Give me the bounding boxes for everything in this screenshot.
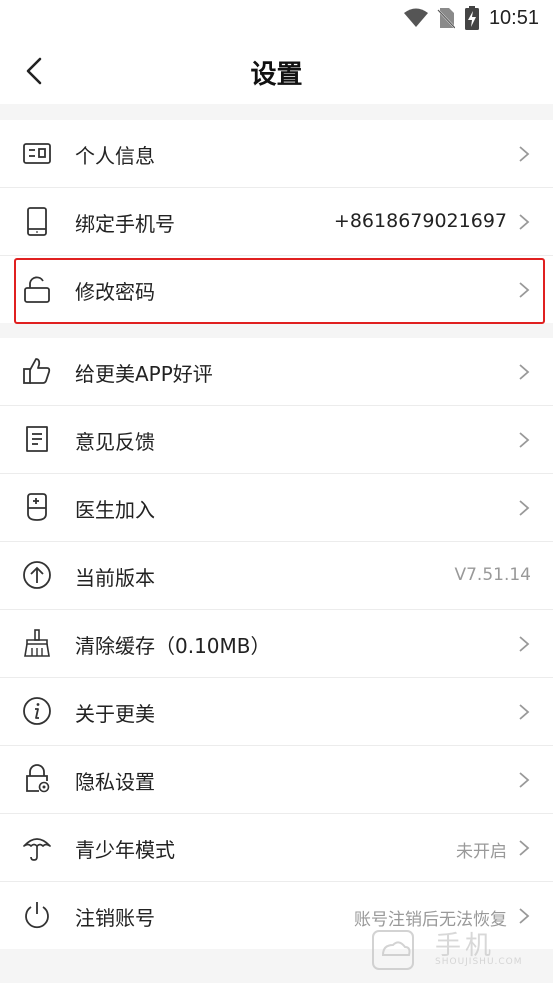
settings-row-personal-info[interactable]: 个人信息 bbox=[0, 120, 553, 188]
chevron-right-icon bbox=[517, 362, 531, 382]
settings-row-rate-app[interactable]: 给更美APP好评 bbox=[0, 338, 553, 406]
app-settings-group: 给更美APP好评 意见反馈 医生加入 当前版本 V7.51.14 清除缓存（0.… bbox=[0, 338, 553, 949]
umbrella-icon bbox=[22, 832, 52, 862]
row-label: 医生加入 bbox=[75, 498, 155, 522]
chevron-right-icon bbox=[517, 702, 531, 722]
settings-row-bind-phone[interactable]: 绑定手机号 +8618679021697 bbox=[0, 188, 553, 256]
watermark-url: SHOUJISHU.COM bbox=[435, 957, 523, 967]
id-card-icon bbox=[22, 138, 52, 168]
row-label: 清除缓存（0.10MB） bbox=[75, 634, 271, 658]
medical-badge-icon bbox=[22, 492, 52, 522]
watermark-logo-icon bbox=[372, 930, 414, 970]
page-title: 设置 bbox=[250, 60, 303, 90]
settings-row-privacy[interactable]: 隐私设置 bbox=[0, 746, 553, 814]
chevron-right-icon bbox=[517, 838, 531, 858]
row-label: 关于更美 bbox=[75, 702, 155, 726]
row-label: 个人信息 bbox=[75, 144, 155, 168]
broom-icon bbox=[22, 628, 52, 658]
row-label: 绑定手机号 bbox=[75, 212, 175, 236]
row-label: 青少年模式 bbox=[75, 838, 175, 862]
chevron-right-icon bbox=[517, 634, 531, 654]
chevron-right-icon bbox=[517, 430, 531, 450]
settings-row-clear-cache[interactable]: 清除缓存（0.10MB） bbox=[0, 610, 553, 678]
chevron-right-icon bbox=[517, 144, 531, 164]
phone-icon bbox=[22, 206, 52, 236]
no-sim-icon bbox=[437, 7, 455, 29]
settings-row-feedback[interactable]: 意见反馈 bbox=[0, 406, 553, 474]
settings-row-about[interactable]: 关于更美 bbox=[0, 678, 553, 746]
row-label: 隐私设置 bbox=[75, 770, 155, 794]
settings-row-doctor-join[interactable]: 医生加入 bbox=[0, 474, 553, 542]
chevron-right-icon bbox=[517, 906, 531, 926]
thumbs-up-icon bbox=[22, 356, 52, 386]
power-icon bbox=[22, 900, 52, 930]
wifi-icon bbox=[403, 7, 429, 29]
row-label: 给更美APP好评 bbox=[75, 362, 213, 386]
arrow-up-circle-icon bbox=[22, 560, 52, 590]
chevron-right-icon bbox=[517, 770, 531, 790]
row-label: 注销账号 bbox=[75, 906, 155, 930]
battery-charging-icon bbox=[464, 6, 479, 30]
clock-time: 10:51 bbox=[488, 6, 539, 29]
document-icon bbox=[22, 424, 52, 454]
version-value: V7.51.14 bbox=[454, 565, 531, 585]
settings-row-current-version: 当前版本 V7.51.14 bbox=[0, 542, 553, 610]
chevron-right-icon bbox=[517, 498, 531, 518]
info-icon bbox=[22, 696, 52, 726]
chevron-right-icon bbox=[517, 212, 531, 232]
settings-row-teen-mode[interactable]: 青少年模式 未开启 bbox=[0, 814, 553, 882]
row-label: 意见反馈 bbox=[75, 430, 155, 454]
lock-settings-icon bbox=[22, 764, 52, 794]
nav-bar: 设置 bbox=[0, 36, 553, 104]
phone-number-value: +8618679021697 bbox=[333, 210, 507, 232]
teen-mode-status: 未开启 bbox=[456, 842, 507, 862]
watermark: 手机 SHOUJISHU.COM bbox=[369, 925, 539, 975]
status-icons: 10:51 bbox=[403, 6, 539, 30]
status-bar: 10:51 bbox=[0, 0, 553, 36]
row-label: 当前版本 bbox=[75, 566, 155, 590]
highlight-box bbox=[14, 258, 545, 324]
